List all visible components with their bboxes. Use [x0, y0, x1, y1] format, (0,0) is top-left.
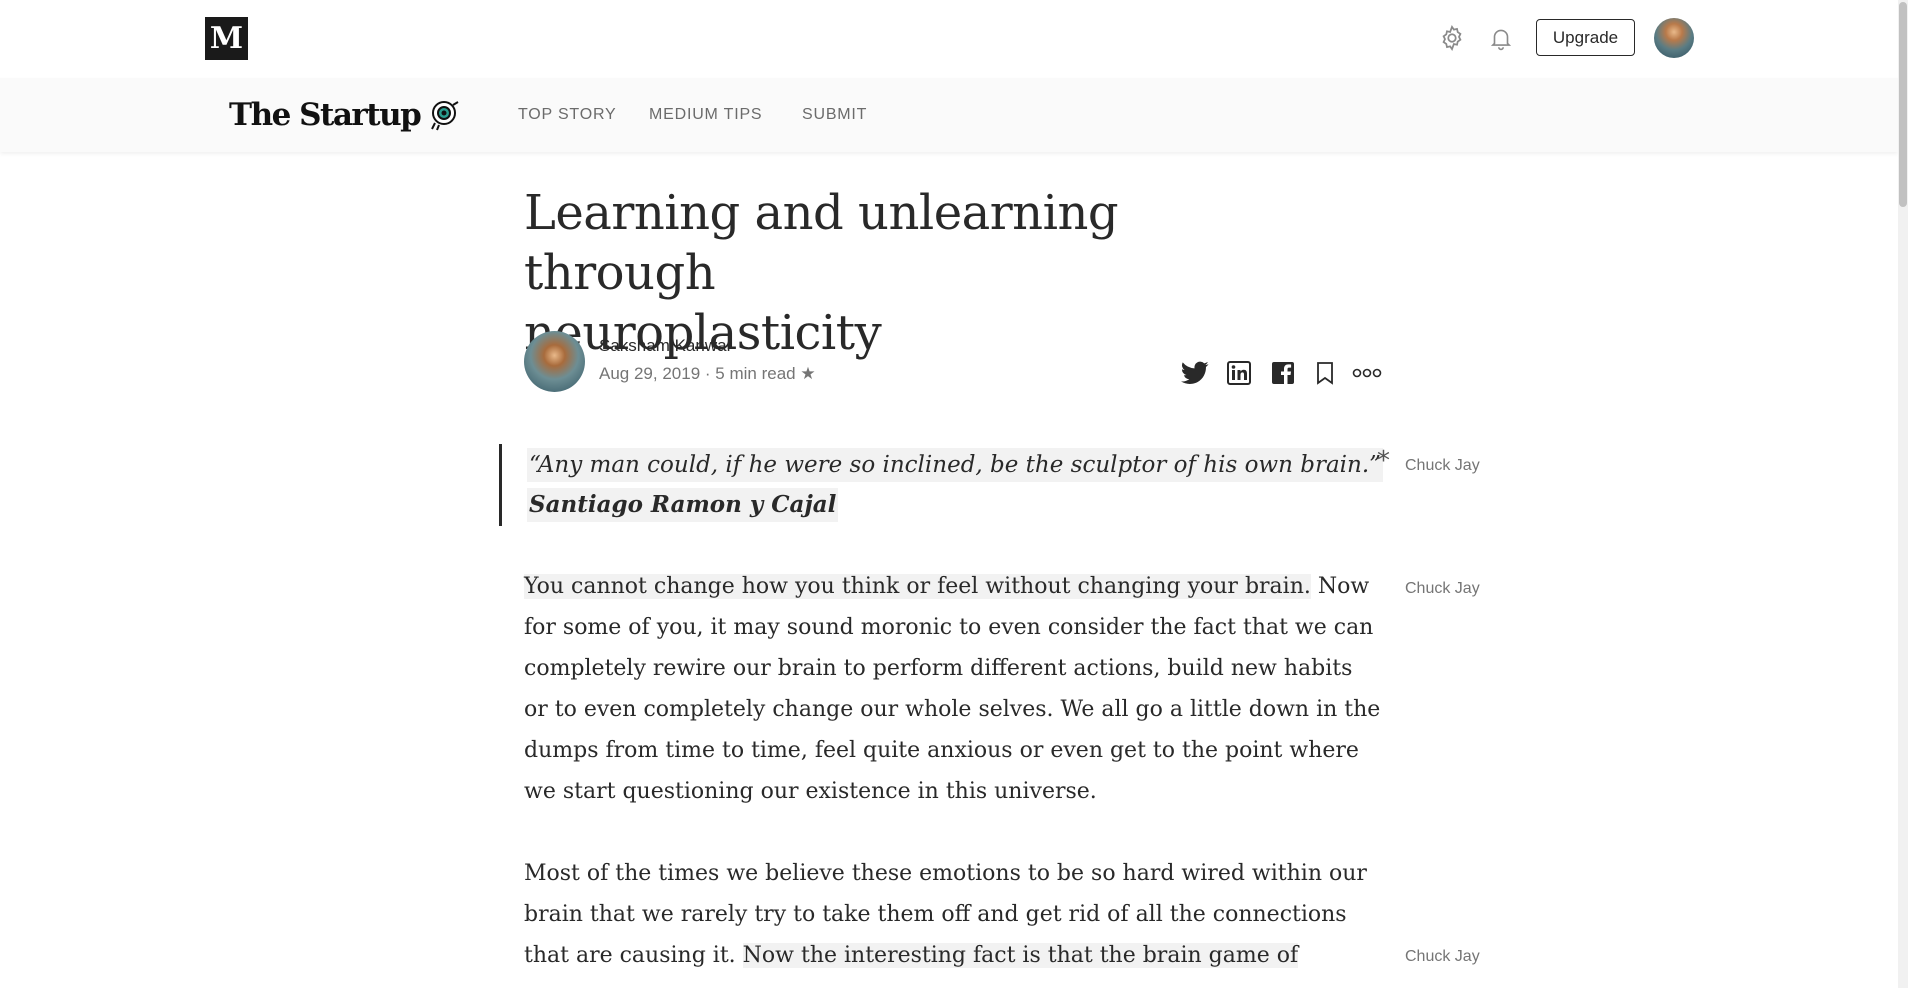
meta-separator: ·	[704, 364, 711, 383]
more-icon[interactable]	[1352, 358, 1382, 388]
user-avatar[interactable]	[1654, 18, 1694, 58]
top-highlight-mark: *	[1377, 446, 1390, 476]
paragraph-1: You cannot change how you think or feel …	[524, 566, 1384, 812]
article-meta: Aug 29, 2019 · 5 min read ★	[599, 364, 816, 384]
paragraph-line: we start questioning our existence in th…	[524, 779, 1097, 804]
linkedin-icon[interactable]	[1224, 358, 1254, 388]
highlighted-text[interactable]: You cannot change how you think or feel …	[524, 574, 1311, 599]
twitter-icon[interactable]	[1180, 358, 1210, 388]
page-scrollbar[interactable]	[1898, 0, 1908, 988]
scrollbar-thumb[interactable]	[1899, 2, 1907, 207]
medium-logo[interactable]: M	[205, 17, 248, 60]
rocket-icon	[431, 101, 459, 131]
blockquote-bar	[499, 444, 502, 526]
paragraph-line: dumps from time to time, feel quite anxi…	[524, 738, 1359, 763]
paragraph-line: that are causing it. Now the interesting…	[524, 935, 1384, 976]
settings-icon[interactable]	[1436, 22, 1468, 54]
nav-medium-tips[interactable]: MEDIUM TIPS	[649, 78, 762, 152]
quote-text[interactable]: “Any man could, if he were so inclined, …	[527, 448, 1383, 482]
bell-icon[interactable]	[1485, 22, 1517, 54]
facebook-icon[interactable]	[1268, 358, 1298, 388]
highlighted-text[interactable]: Now the interesting fact is that the bra…	[742, 943, 1299, 968]
title-line-1: Learning and unlearning through	[524, 185, 1119, 301]
member-star-icon: ★	[800, 364, 816, 383]
upgrade-button[interactable]: Upgrade	[1536, 19, 1635, 56]
publish-date: Aug 29, 2019	[599, 364, 701, 383]
top-bar: M Upgrade	[0, 0, 1898, 78]
bookmark-icon[interactable]	[1310, 358, 1340, 388]
paragraph-line: You cannot change how you think or feel …	[524, 566, 1384, 607]
paragraph-line: for some of you, it may sound moronic to…	[524, 615, 1374, 640]
publication-bar: The Startup TOP STORY MEDIUM TIPS SUBMIT	[0, 78, 1898, 152]
author-name[interactable]: Saksham Kanwar	[599, 336, 732, 356]
read-time: 5 min read	[715, 364, 796, 383]
paragraph-text: Now	[1310, 574, 1370, 599]
paragraph-line: completely rewire our brain to perform d…	[524, 656, 1353, 681]
author-avatar[interactable]	[524, 331, 585, 392]
paragraph-line: or to even completely change our whole s…	[524, 697, 1381, 722]
nav-top-story[interactable]: TOP STORY	[518, 78, 617, 152]
paragraph-2: Most of the times we believe these emoti…	[524, 853, 1384, 976]
paragraph-text: that are causing it.	[524, 943, 743, 968]
highlighter-name-para2[interactable]: Chuck Jay	[1405, 948, 1480, 966]
paragraph-line: brain that we rarely try to take them of…	[524, 902, 1347, 927]
highlighter-name-para1[interactable]: Chuck Jay	[1405, 580, 1480, 598]
paragraph-line: Most of the times we believe these emoti…	[524, 861, 1367, 886]
highlighter-name-quote[interactable]: Chuck Jay	[1405, 457, 1480, 475]
publication-logo[interactable]: The Startup	[229, 92, 462, 138]
nav-submit[interactable]: SUBMIT	[802, 78, 867, 152]
quote-attribution[interactable]: Santiago Ramon y Cajal	[527, 488, 839, 522]
publication-name: The Startup	[229, 97, 422, 133]
